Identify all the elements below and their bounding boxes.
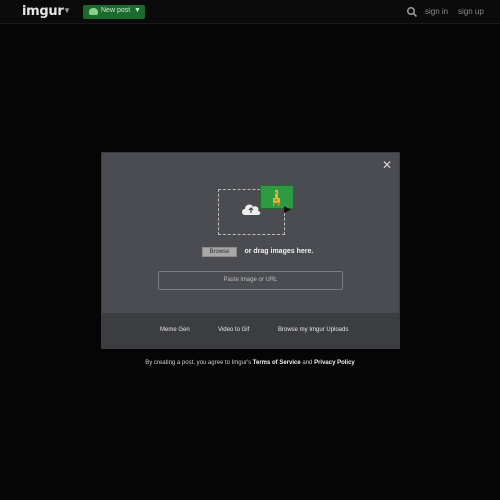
modal-footer: Meme Gen Video to Gif Browse my Imgur Up… xyxy=(102,313,399,348)
browse-button[interactable]: Browse xyxy=(202,246,237,257)
giraffe-icon xyxy=(273,190,280,206)
legal-prefix: By creating a post, you agree to Imgur's xyxy=(145,360,252,366)
browse-row: Browse or drag images here. xyxy=(202,243,314,257)
close-icon[interactable]: ✕ xyxy=(382,158,392,172)
new-post-button[interactable]: New post ▼ xyxy=(83,5,145,19)
cursor-icon: ▶ xyxy=(284,204,291,214)
drag-instructions: or drag images here. xyxy=(244,248,314,256)
new-post-label: New post xyxy=(101,7,131,14)
imgur-logo[interactable]: imgur xyxy=(22,4,64,19)
legal-notice: By creating a post, you agree to Imgur's… xyxy=(0,360,500,366)
legal-and: and xyxy=(302,360,313,366)
video-to-gif-link[interactable]: Video to Gif xyxy=(218,327,249,333)
terms-of-service-link[interactable]: Terms of Service xyxy=(253,360,301,366)
chevron-down-icon[interactable]: ▼ xyxy=(63,6,71,15)
chevron-down-icon[interactable]: ▼ xyxy=(134,7,141,14)
browse-uploads-link[interactable]: Browse my Imgur Uploads xyxy=(278,327,348,333)
cloud-upload-icon xyxy=(242,204,261,215)
paste-image-url-input[interactable]: Paste image or URL xyxy=(158,271,343,290)
search-icon[interactable] xyxy=(406,6,418,18)
meme-gen-link[interactable]: Meme Gen xyxy=(160,327,190,333)
sign-in-link[interactable]: sign in xyxy=(425,7,448,16)
upload-cloud-icon xyxy=(89,8,98,15)
upload-modal: ✕ ▶ Browse or drag images here. Paste im… xyxy=(101,152,400,349)
top-navigation-bar: imgur ▼ New post ▼ sign in sign up xyxy=(0,0,500,24)
privacy-policy-link[interactable]: Privacy Policy xyxy=(314,360,355,366)
sign-up-link[interactable]: sign up xyxy=(458,7,484,16)
